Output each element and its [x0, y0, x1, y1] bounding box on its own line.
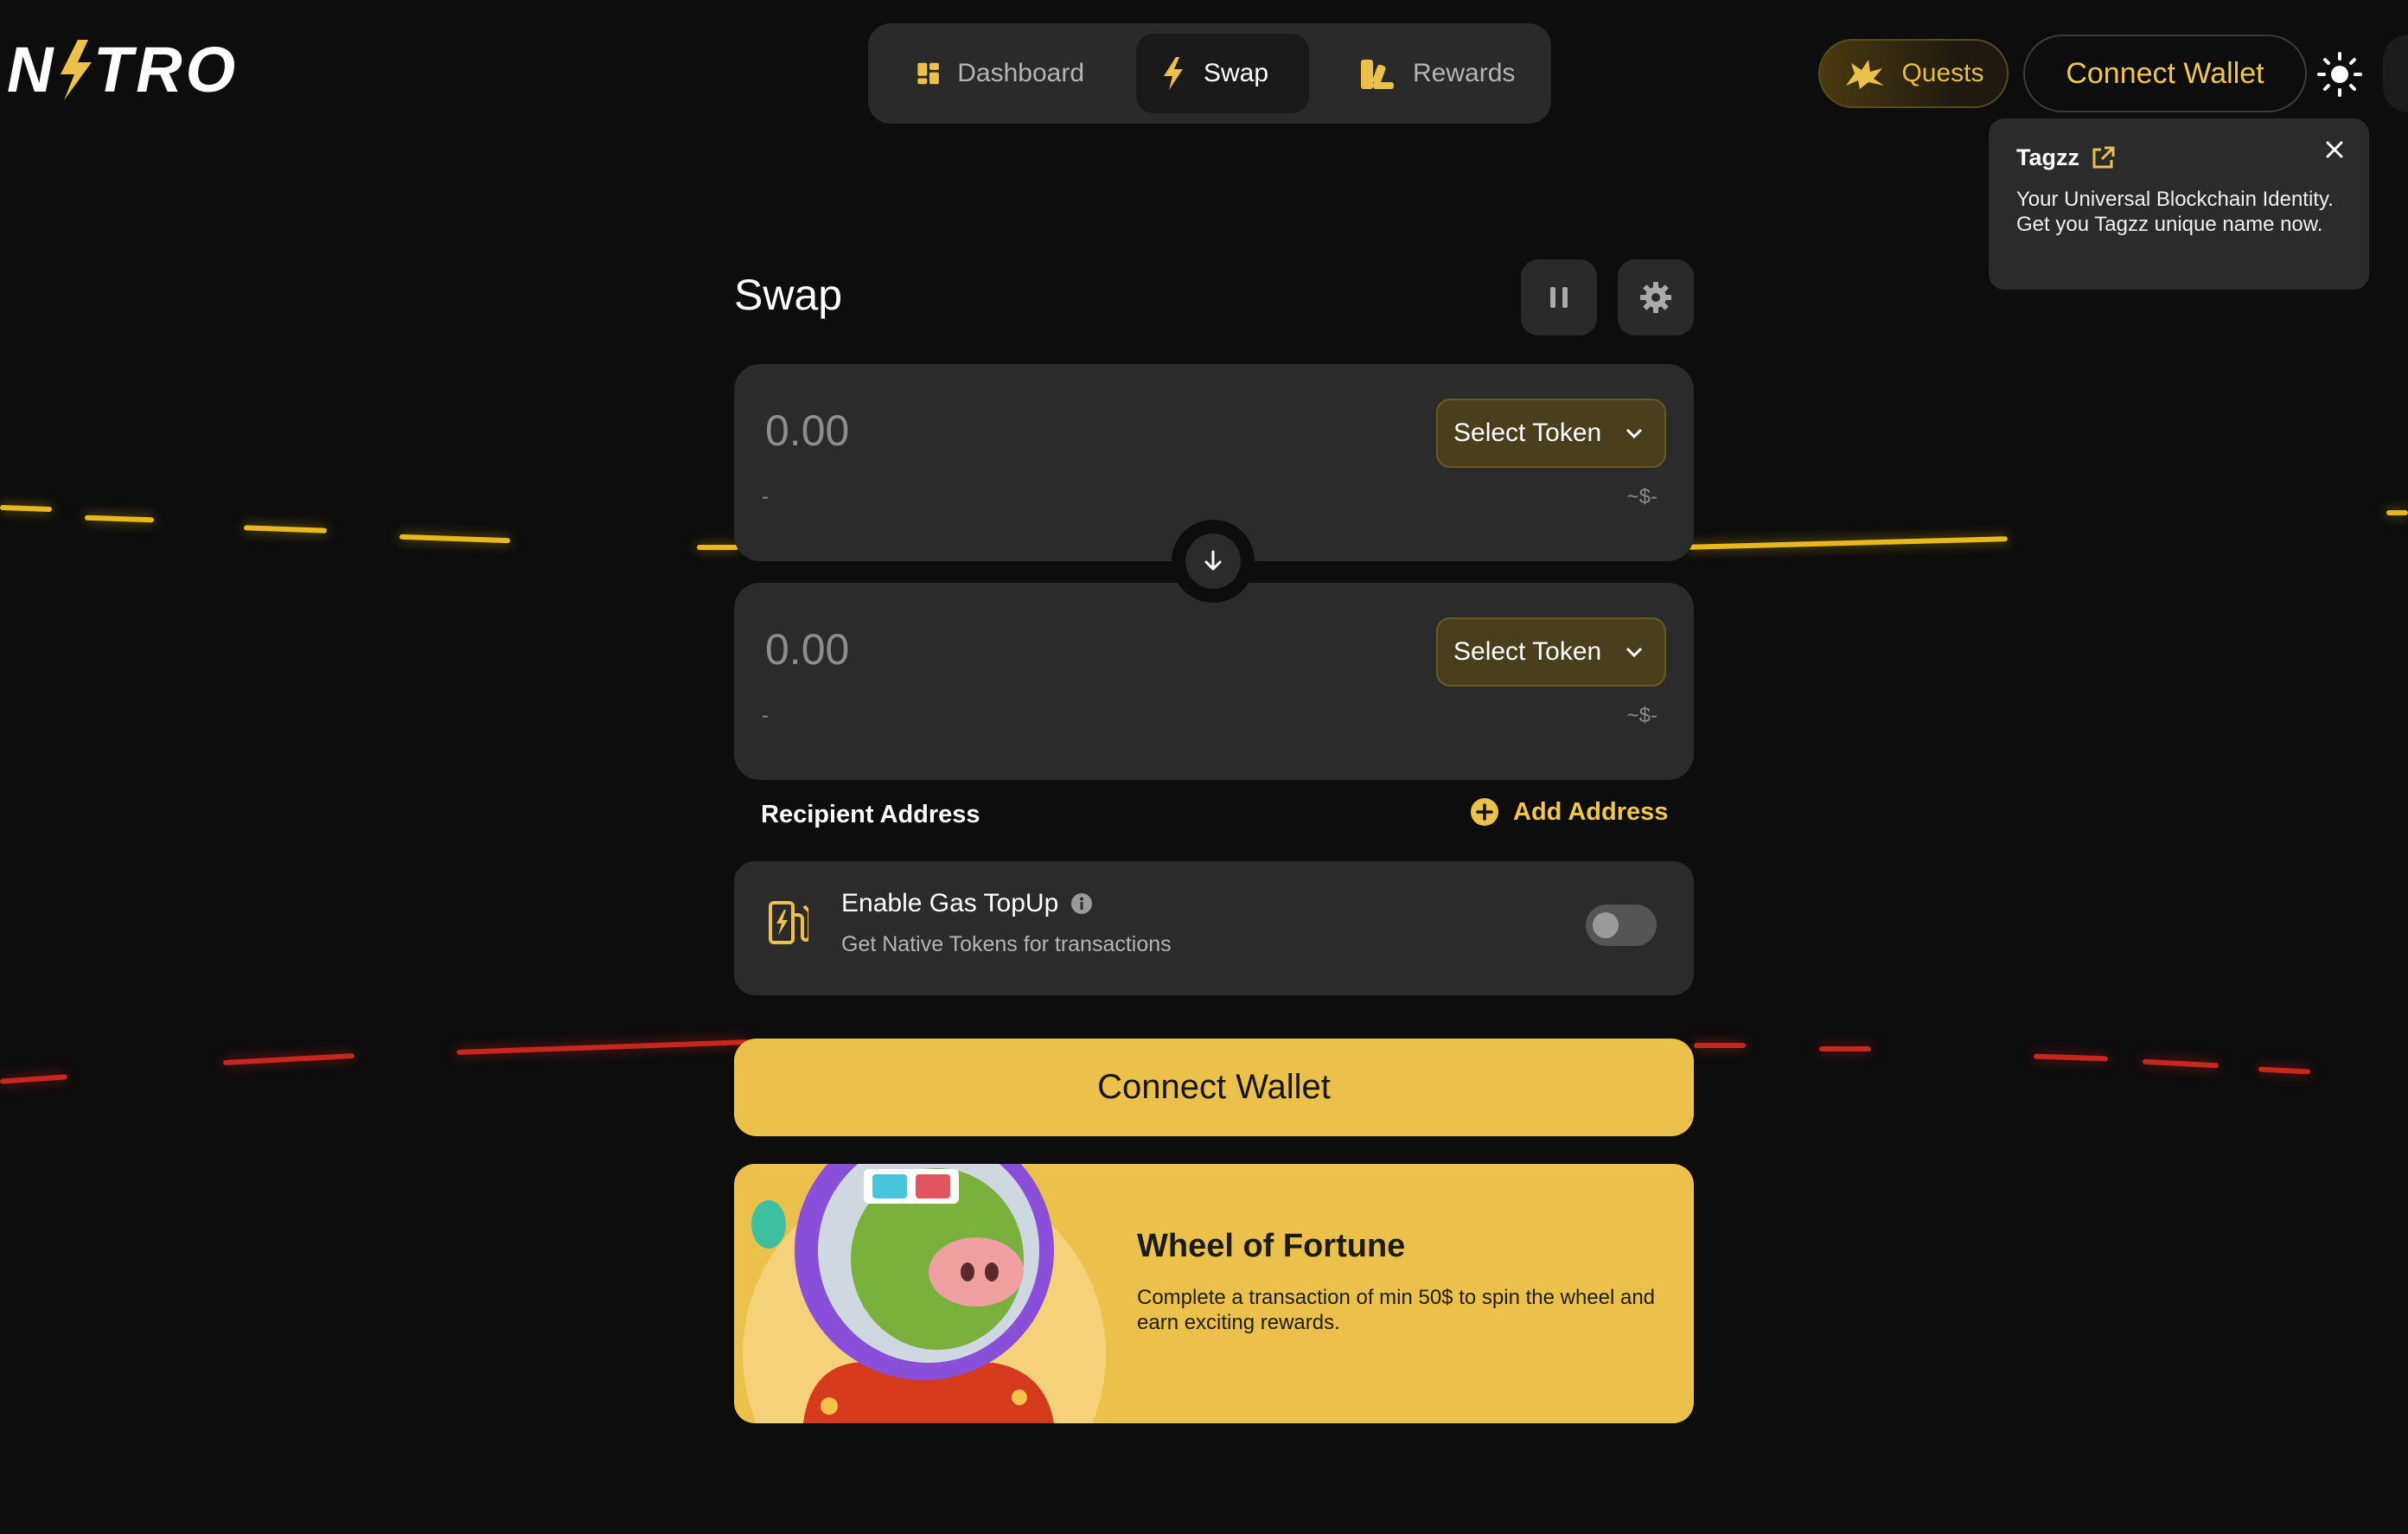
close-icon[interactable] [2322, 137, 2347, 162]
nav-rewards[interactable]: Rewards [1335, 34, 1543, 113]
tooltip-title-row[interactable]: Tagzz [2016, 144, 2341, 171]
rewards-icon [1361, 60, 1394, 89]
add-address-label: Add Address [1513, 797, 1669, 826]
nav-rewards-label: Rewards [1413, 59, 1516, 87]
quests-icon [1846, 60, 1885, 89]
tagzz-tooltip: Tagzz Your Universal Blockchain Identity… [1989, 118, 2369, 290]
to-usd-value: ~$- [1626, 704, 1657, 727]
gas-topup-toggle[interactable] [1586, 904, 1657, 946]
from-select-token-label: Select Token [1453, 419, 1602, 447]
svg-text:N: N [7, 34, 56, 105]
nav-swap[interactable]: Swap [1136, 34, 1309, 113]
to-token-card: 0.00 Select Token - ~$- [734, 583, 1694, 780]
arrow-down-icon [1204, 550, 1222, 571]
add-address-button[interactable]: Add Address [1470, 797, 1668, 827]
pause-button[interactable] [1521, 259, 1597, 336]
svg-text:TRO: TRO [93, 34, 239, 105]
quests-button[interactable]: Quests [1818, 39, 2009, 108]
quests-label: Quests [1901, 59, 1984, 87]
settings-button[interactable] [1618, 259, 1694, 336]
dashboard-icon [917, 62, 939, 85]
swap-direction-inner [1185, 534, 1241, 589]
recipient-address-label: Recipient Address [761, 801, 980, 828]
tooltip-body: Your Universal Blockchain Identity. Get … [2016, 188, 2334, 236]
gas-topup-title: Enable Gas TopUp [841, 889, 1059, 917]
header-connect-wallet-button[interactable]: Connect Wallet [2023, 35, 2307, 112]
chevron-down-icon [1626, 428, 1643, 439]
info-icon[interactable] [1070, 892, 1093, 915]
chevron-down-icon [1626, 647, 1643, 658]
toggle-knob [1593, 912, 1619, 938]
gas-topup-panel: Enable Gas TopUp Get Native Tokens for t… [734, 861, 1694, 995]
gas-topup-title-row: Enable Gas TopUp [841, 889, 1093, 918]
pause-icon [1550, 287, 1568, 308]
promo-description: Complete a transaction of min 50$ to spi… [1137, 1286, 1656, 1334]
promo-title: Wheel of Fortune [1137, 1228, 1406, 1264]
from-select-token-button[interactable]: Select Token [1436, 399, 1666, 468]
to-token-balance: - [762, 704, 769, 727]
from-token-balance: - [762, 485, 769, 508]
from-usd-value: ~$- [1626, 485, 1657, 508]
from-amount-input[interactable]: 0.00 [765, 406, 849, 456]
sun-icon[interactable] [2315, 50, 2364, 99]
tooltip-title: Tagzz [2016, 144, 2079, 170]
plus-circle-icon [1471, 798, 1498, 826]
header-connect-wallet-label: Connect Wallet [2066, 56, 2264, 90]
external-link-icon[interactable] [2090, 145, 2116, 171]
connect-wallet-button[interactable]: Connect Wallet [734, 1039, 1694, 1136]
gear-icon [1640, 282, 1671, 313]
main-nav: Dashboard Swap Rewards [868, 23, 1551, 124]
nitro-logo[interactable]: N TRO [7, 33, 249, 105]
page-title: Swap [734, 271, 843, 319]
nav-swap-label: Swap [1204, 59, 1269, 87]
gas-pump-icon [769, 901, 808, 944]
nav-dashboard[interactable]: Dashboard [892, 34, 1108, 113]
to-select-token-button[interactable]: Select Token [1436, 617, 1666, 687]
to-select-token-label: Select Token [1453, 637, 1602, 666]
wheel-of-fortune-banner[interactable]: Wheel of Fortune Complete a transaction … [734, 1164, 1694, 1423]
to-amount-input[interactable]: 0.00 [765, 624, 849, 674]
nav-dashboard-label: Dashboard [957, 59, 1084, 87]
more-menu-button[interactable] [2383, 35, 2408, 112]
bolt-icon [1164, 57, 1183, 90]
swap-direction-button[interactable] [1172, 520, 1255, 603]
gas-topup-subtitle: Get Native Tokens for transactions [841, 932, 1172, 956]
astronaut-pig-illustration [743, 1164, 1106, 1423]
